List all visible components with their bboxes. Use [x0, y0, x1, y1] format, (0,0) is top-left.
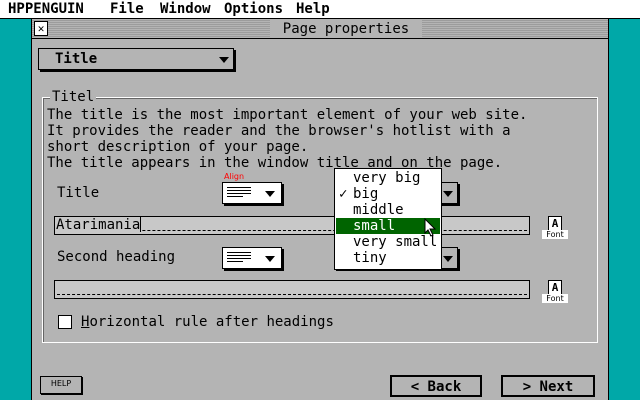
help-button-label: HELP — [50, 379, 72, 388]
option-label: big — [353, 186, 379, 202]
dropdown-option-middle[interactable]: middle — [336, 202, 440, 218]
section-select[interactable]: Title — [38, 48, 234, 70]
title-label: Title — [57, 185, 100, 201]
window-title: Page properties — [270, 20, 422, 38]
close-icon[interactable]: ✕ — [34, 21, 48, 36]
description-line: short description of your page. — [47, 139, 309, 155]
chevron-down-icon — [265, 191, 275, 197]
menu-options[interactable]: Options — [224, 1, 283, 18]
dropdown-option-very-big[interactable]: very big — [336, 170, 440, 186]
help-button[interactable]: HELP — [40, 376, 82, 394]
window-titlebar[interactable]: ✕ Page properties — [32, 19, 608, 39]
title-align-button[interactable] — [222, 182, 282, 204]
chevron-down-icon — [443, 191, 453, 197]
chevron-down-icon — [443, 256, 453, 262]
mouse-pointer-icon — [424, 218, 437, 237]
back-button-label: < Back — [410, 379, 462, 395]
description-line: The title is the most important element … — [47, 107, 528, 123]
back-button[interactable]: < Back — [390, 375, 482, 397]
title-font-button[interactable]: A Font — [542, 216, 568, 240]
horizontal-rule-label[interactable]: Horizontal rule after headings — [81, 313, 334, 331]
section-select-value: Title — [55, 51, 98, 67]
group-label: Titel — [50, 89, 97, 105]
next-button[interactable]: > Next — [501, 375, 595, 397]
font-caption: Font — [542, 230, 568, 239]
second-heading-input[interactable] — [54, 280, 530, 299]
menu-window[interactable]: Window — [160, 1, 211, 18]
horizontal-rule-checkbox[interactable] — [58, 315, 72, 329]
font-caption: Font — [542, 294, 568, 303]
chevron-down-icon — [219, 57, 229, 63]
title-input-value: Atarimania — [56, 217, 141, 233]
dropdown-option-big[interactable]: ✓ big — [336, 186, 440, 202]
checkmark-icon: ✓ — [339, 186, 348, 202]
align-left-icon — [227, 252, 251, 264]
dropdown-option-tiny[interactable]: tiny — [336, 250, 440, 266]
second-font-button[interactable]: A Font — [542, 280, 568, 304]
menu-bar: HPPENGUIN File Window Options Help — [0, 0, 640, 19]
menu-file[interactable]: File — [110, 1, 144, 18]
option-label: small — [353, 218, 396, 234]
menu-app[interactable]: HPPENGUIN — [8, 1, 84, 18]
option-label: very big — [353, 170, 421, 186]
page-properties-window: ✕ Page properties Title Titel The title … — [31, 19, 609, 400]
menu-help[interactable]: Help — [296, 1, 330, 18]
title-input[interactable]: Atarimania — [54, 216, 530, 235]
option-label: middle — [353, 202, 404, 218]
label-rest: orizontal rule after headings — [89, 314, 334, 330]
option-label: tiny — [353, 250, 387, 266]
input-baseline — [57, 294, 527, 295]
next-button-label: > Next — [522, 379, 574, 395]
second-align-button[interactable] — [222, 247, 282, 269]
description-line: It provides the reader and the browser's… — [47, 123, 511, 139]
chevron-down-icon — [265, 256, 275, 262]
align-left-icon — [227, 187, 251, 199]
second-heading-label: Second heading — [57, 249, 176, 265]
align-caption: Align — [224, 172, 245, 181]
